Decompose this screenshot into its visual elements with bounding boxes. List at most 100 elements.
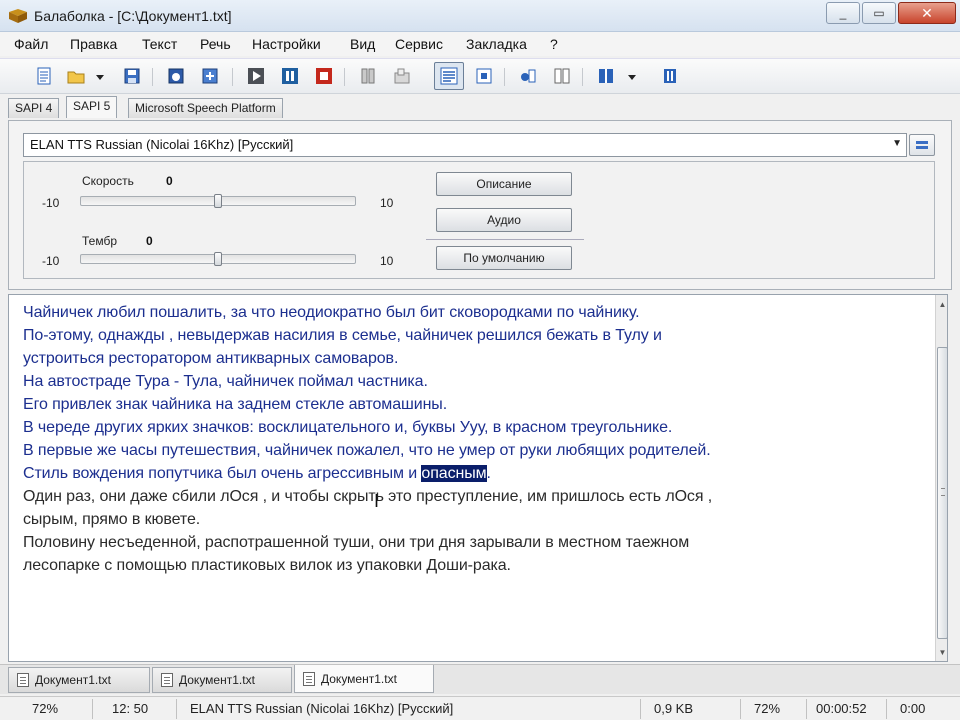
toolbar-separator <box>232 68 233 86</box>
toolbar-separator <box>344 68 345 86</box>
app-logo-icon <box>8 8 28 24</box>
status-bar: 72% 12: 50 ELAN TTS Russian (Nicolai 16K… <box>0 696 960 720</box>
menu-edit[interactable]: Правка <box>70 36 117 52</box>
text-file-icon[interactable] <box>474 66 494 86</box>
current-line-suffix: . <box>486 465 491 482</box>
text-editor[interactable]: Чайничек любил пошалить, за что неодиокр… <box>8 294 948 662</box>
speed-max: 10 <box>380 196 394 210</box>
menu-bookmark[interactable]: Закладка <box>466 36 527 52</box>
current-line-prefix: Стиль вождения попутчика был очень агрес… <box>23 465 422 482</box>
text-panel-icon[interactable] <box>434 62 464 90</box>
menu-file[interactable]: Файл <box>14 36 48 52</box>
scroll-up-icon[interactable]: ▲ <box>936 297 947 311</box>
dropdown-arrow-icon[interactable] <box>94 66 106 86</box>
voice-settings-icon[interactable] <box>518 66 538 86</box>
open-folder-icon[interactable] <box>66 66 86 86</box>
status-remaining: 0:00 <box>900 701 926 716</box>
voice-panel: ELAN TTS Russian (Nicolai 16Khz) [Русски… <box>8 120 952 290</box>
scroll-down-icon[interactable]: ▼ <box>936 645 947 659</box>
text-line-read: Чайничек любил пошалить, за что неодиокр… <box>23 304 640 321</box>
voice-options-icon <box>916 141 928 149</box>
doc-tab-1[interactable]: Документ1.txt <box>8 667 150 693</box>
status-zoom: 72% <box>32 701 59 716</box>
document-icon <box>17 673 29 687</box>
menu-speech[interactable]: Речь <box>200 36 231 52</box>
dropdown-arrow-icon[interactable] <box>626 66 638 86</box>
export-icon[interactable] <box>200 66 220 86</box>
menu-text[interactable]: Текст <box>142 36 177 52</box>
text-line-read: По-этому, однажды , невыдержав насилия в… <box>23 327 662 344</box>
text-line-unread: лесопарке с помощью пластиковых вилок из… <box>23 557 511 574</box>
default-button[interactable]: По умолчанию <box>436 246 572 270</box>
tab-sapi5[interactable]: SAPI 5 <box>66 96 118 118</box>
current-spoken-word: опасным <box>421 465 487 482</box>
chevron-down-icon: ▼ <box>892 138 902 149</box>
current-text-line: Стиль вождения попутчика был очень агрес… <box>23 462 923 485</box>
new-doc-icon[interactable] <box>34 66 54 86</box>
voice-select[interactable]: ELAN TTS Russian (Nicolai 16Khz) [Русски… <box>23 133 907 157</box>
stop-icon[interactable] <box>314 66 334 86</box>
status-separator <box>740 699 741 719</box>
pronunciation-icon[interactable] <box>552 66 572 86</box>
audio-button[interactable]: Аудио <box>436 208 572 232</box>
status-voice: ELAN TTS Russian (Nicolai 16Khz) [Русски… <box>190 701 454 716</box>
pause-icon[interactable] <box>280 66 300 86</box>
save-icon[interactable] <box>122 66 142 86</box>
menu-tools[interactable]: Сервис <box>395 36 443 52</box>
pitch-value: 0 <box>146 234 153 248</box>
menu-view[interactable]: Вид <box>350 36 375 52</box>
text-cursor-icon: I <box>374 491 380 511</box>
menu-bar: Файл Правка Текст Речь Настройки Вид Сер… <box>0 32 960 56</box>
text-line-read: Его привлек знак чайника на заднем стекл… <box>23 396 448 413</box>
split-icon[interactable] <box>358 66 378 86</box>
speed-slider-thumb[interactable] <box>214 194 222 208</box>
doc-tab-label: Документ1.txt <box>321 671 397 686</box>
book-icon[interactable] <box>596 66 616 86</box>
pitch-max: 10 <box>380 254 394 268</box>
status-separator <box>176 699 177 719</box>
speed-value: 0 <box>166 174 173 188</box>
tab-speech-platform[interactable]: Microsoft Speech Platform <box>128 98 283 118</box>
button-divider <box>426 239 584 240</box>
menu-settings[interactable]: Настройки <box>252 36 321 52</box>
window-title: Балаболка - [C:\Документ1.txt] <box>34 8 232 24</box>
document-text: Чайничек любил пошалить, за что неодиокр… <box>23 301 923 577</box>
status-separator <box>640 699 641 719</box>
text-line-read: В первые же часы путешествия, чайничек п… <box>23 442 711 459</box>
text-line-read: На автостраде Тура - Тула, чайничек пойм… <box>23 373 428 390</box>
pitch-min: -10 <box>42 254 60 268</box>
doc-tab-3[interactable]: Документ1.txt <box>294 665 434 693</box>
status-position: 12: 50 <box>112 701 149 716</box>
scrollbar-thumb[interactable] <box>937 347 947 639</box>
tab-sapi4[interactable]: SAPI 4 <box>8 98 60 118</box>
vertical-scrollbar[interactable]: ▲ ▼ <box>935 295 947 661</box>
close-button[interactable]: ✕ <box>898 2 956 24</box>
document-icon <box>303 671 315 686</box>
text-line-unread: Один раз, они даже сбили лОся , и чтобы … <box>23 488 713 505</box>
play-icon[interactable] <box>246 66 266 86</box>
title-bar: Балаболка - [C:\Документ1.txt] _ ▭ ✕ <box>0 0 960 32</box>
pitch-label: Тембр <box>82 234 117 248</box>
doc-tab-label: Документ1.txt <box>35 673 111 687</box>
save-audio-icon[interactable] <box>166 66 186 86</box>
doc-tab-label: Документ1.txt <box>179 673 255 687</box>
description-button[interactable]: Описание <box>436 172 572 196</box>
scroll-grip-icon <box>941 488 945 496</box>
voice-options-button[interactable] <box>909 134 935 156</box>
document-tabs: Документ1.txt Документ1.txt Документ1.tx… <box>0 664 960 694</box>
speed-min: -10 <box>42 196 60 210</box>
maximize-button[interactable]: ▭ <box>862 2 896 24</box>
bookmark-icon[interactable] <box>660 66 680 86</box>
status-separator <box>886 699 887 719</box>
balabolka-window: Балаболка - [C:\Документ1.txt] _ ▭ ✕ Фай… <box>0 0 960 720</box>
text-line-read: устроиться ресторатором антикварных само… <box>23 350 399 367</box>
status-size: 0,9 KB <box>654 701 694 716</box>
tile-icon[interactable] <box>392 66 412 86</box>
status-separator <box>92 699 93 719</box>
menu-help[interactable]: ? <box>550 36 558 52</box>
toolbar-separator <box>152 68 153 86</box>
minimize-button[interactable]: _ <box>826 2 860 24</box>
pitch-slider-thumb[interactable] <box>214 252 222 266</box>
status-separator <box>806 699 807 719</box>
doc-tab-2[interactable]: Документ1.txt <box>152 667 292 693</box>
